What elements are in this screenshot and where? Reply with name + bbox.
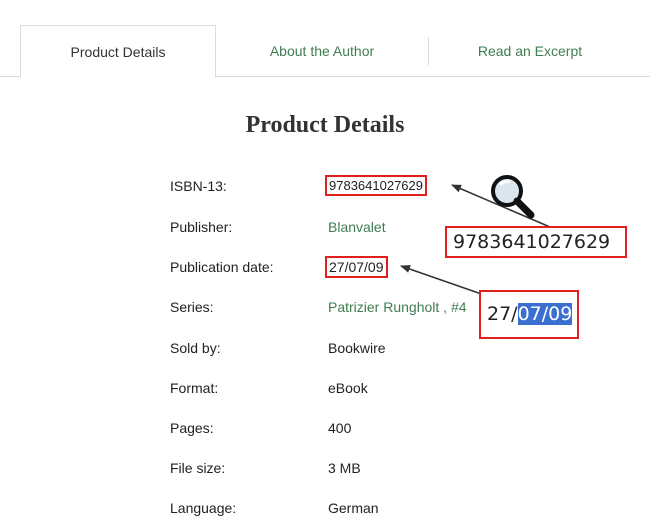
detail-label: Publisher:: [170, 219, 233, 235]
detail-row-pages: Pages: 400: [170, 420, 630, 440]
date-zoom-prefix: 27/: [487, 303, 518, 325]
date-zoom-callout: 27/07/09: [479, 290, 579, 339]
detail-row-file-size: File size: 3 MB: [170, 460, 630, 480]
pages-value: 400: [328, 420, 352, 436]
product-details-page: Product Details About the Author Read an…: [0, 0, 650, 522]
format-value: eBook: [328, 380, 368, 396]
section-heading: Product Details: [245, 112, 405, 138]
detail-label: Language:: [170, 500, 237, 516]
detail-label: Pages:: [170, 420, 214, 436]
tab-read-an-excerpt[interactable]: Read an Excerpt: [430, 25, 630, 77]
detail-row-isbn: ISBN-13: 9783641027629: [170, 175, 630, 198]
tab-about-the-author[interactable]: About the Author: [216, 25, 428, 77]
series-link[interactable]: Patrizier Rungholt , #4: [328, 299, 467, 315]
detail-label: Format:: [170, 380, 219, 396]
isbn-zoom-callout: 9783641027629: [445, 226, 627, 258]
publisher-link[interactable]: Blanvalet: [328, 219, 386, 235]
isbn-value: 9783641027629: [325, 175, 427, 196]
tab-separator: [428, 37, 429, 65]
detail-row-language: Language: German: [170, 500, 630, 520]
language-value: German: [328, 500, 379, 516]
magnifier-icon: [491, 175, 535, 219]
detail-label: Publication date:: [170, 259, 274, 275]
detail-row-publication-date: Publication date: 27/07/09: [170, 256, 630, 279]
tab-product-details[interactable]: Product Details: [20, 25, 216, 78]
detail-label: Series:: [170, 299, 214, 315]
detail-row-format: Format: eBook: [170, 380, 630, 400]
publication-date-value: 27/07/09: [325, 256, 388, 278]
sold-by-value: Bookwire: [328, 340, 386, 356]
tab-bar: Product Details About the Author Read an…: [0, 25, 650, 78]
detail-row-sold-by: Sold by: Bookwire: [170, 340, 630, 360]
detail-label: File size:: [170, 460, 226, 476]
file-size-value: 3 MB: [328, 460, 361, 476]
date-zoom-selection: 07/09: [517, 303, 573, 325]
detail-label: Sold by:: [170, 340, 221, 356]
detail-label: ISBN-13:: [170, 178, 227, 194]
